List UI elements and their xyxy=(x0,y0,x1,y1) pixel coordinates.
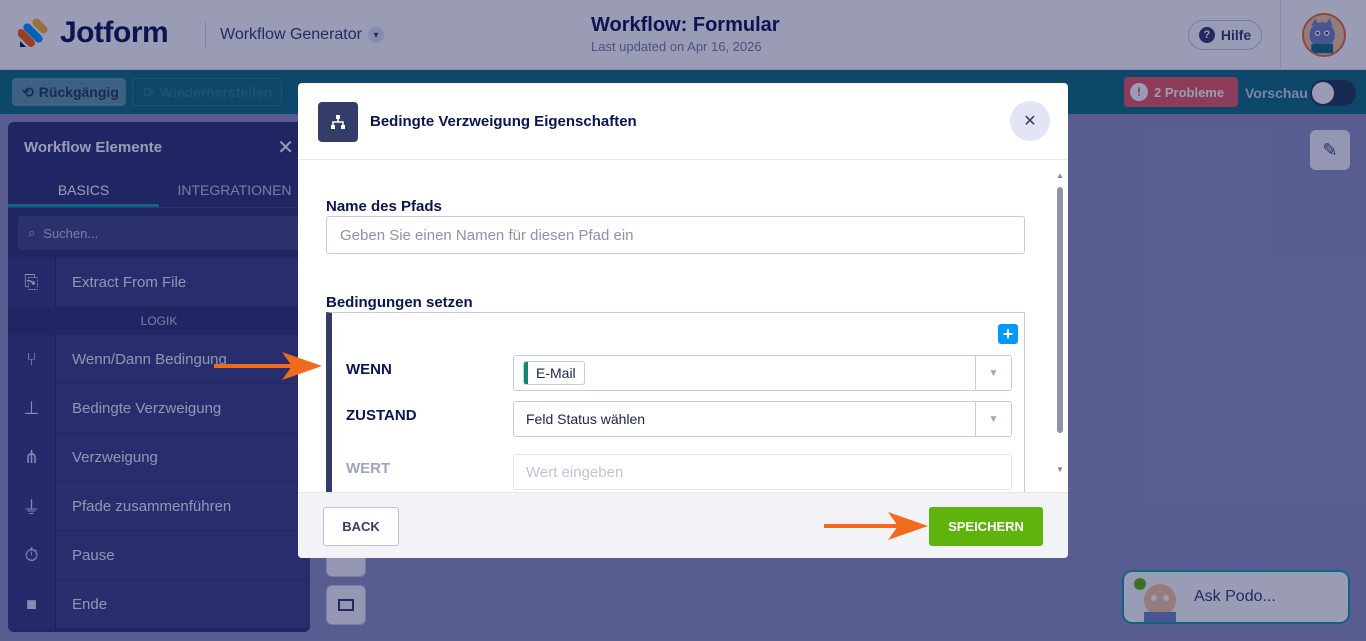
path-name-input[interactable]: Geben Sie einen Namen für diesen Pfad ei… xyxy=(326,216,1025,254)
zustand-select[interactable]: Feld Status wählen ▼ xyxy=(513,401,1012,437)
chip-label: E-Mail xyxy=(536,365,576,381)
chevron-down-icon[interactable]: ▼ xyxy=(975,402,1011,436)
dialog-title: Bedingte Verzweigung Eigenschaften xyxy=(370,113,637,130)
scrollbar-thumb[interactable] xyxy=(1057,187,1063,433)
save-button[interactable]: SPEICHERN xyxy=(929,507,1043,546)
close-button[interactable]: ✕ xyxy=(1010,101,1050,141)
dialog-body: Name des Pfads Geben Sie einen Namen für… xyxy=(298,160,1068,492)
back-button[interactable]: BACK xyxy=(323,507,399,546)
scroll-down-icon[interactable]: ▼ xyxy=(1056,465,1064,474)
annotation-arrow-wenn xyxy=(214,352,322,380)
condition-block: + WENN E-Mail ▼ ZUSTAND Feld Status wähl… xyxy=(326,312,1025,492)
selected-field-chip[interactable]: E-Mail xyxy=(523,361,585,385)
path-name-placeholder: Geben Sie einen Namen für diesen Pfad ei… xyxy=(340,226,634,244)
dialog-header: Bedingte Verzweigung Eigenschaften ✕ xyxy=(298,83,1068,160)
plus-icon: + xyxy=(1002,324,1014,344)
add-condition-button[interactable]: + xyxy=(998,324,1018,344)
chip-color-bar xyxy=(524,362,528,384)
wert-input[interactable]: Wert eingeben xyxy=(513,454,1012,490)
dialog-scrollbar[interactable]: ▲ ▼ xyxy=(1055,171,1065,478)
close-icon: ✕ xyxy=(1023,113,1037,130)
wert-placeholder: Wert eingeben xyxy=(526,463,624,481)
properties-dialog: Bedingte Verzweigung Eigenschaften ✕ Nam… xyxy=(298,83,1068,558)
zustand-selected: Feld Status wählen xyxy=(526,411,646,427)
wenn-label: WENN xyxy=(346,361,392,378)
conditions-label: Bedingungen setzen xyxy=(326,294,473,311)
wert-label: WERT xyxy=(346,460,391,477)
zustand-label: ZUSTAND xyxy=(346,407,417,424)
scroll-up-icon[interactable]: ▲ xyxy=(1056,171,1064,180)
dialog-footer: BACK SPEICHERN xyxy=(298,492,1068,558)
annotation-arrow-save xyxy=(824,512,928,540)
conditional-branch-icon xyxy=(318,102,358,142)
chevron-down-icon[interactable]: ▼ xyxy=(975,356,1011,390)
wenn-field-select[interactable]: E-Mail ▼ xyxy=(513,355,1012,391)
path-name-label: Name des Pfads xyxy=(326,198,442,215)
